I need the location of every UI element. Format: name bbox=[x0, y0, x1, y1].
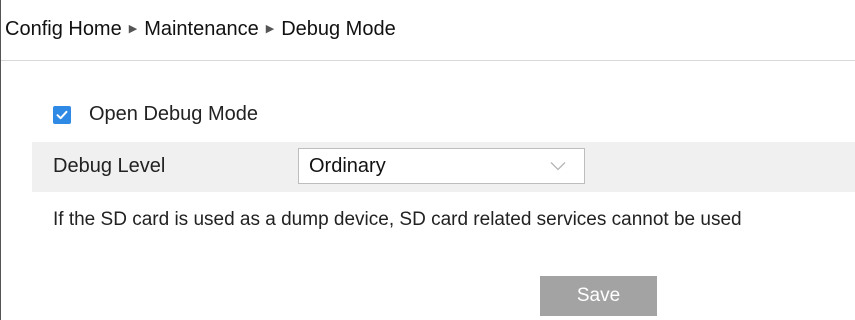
triangle-right-icon: ▶ bbox=[128, 22, 138, 35]
open-debug-mode-checkbox[interactable] bbox=[53, 105, 71, 124]
breadcrumb-item-debug-mode: Debug Mode bbox=[281, 17, 396, 40]
sd-card-note: If the SD card is used as a dump device,… bbox=[53, 209, 742, 230]
breadcrumb: Config Home ▶ Maintenance ▶ Debug Mode bbox=[1, 0, 855, 61]
breadcrumb-item-config-home[interactable]: Config Home bbox=[5, 18, 122, 41]
checkmark-icon bbox=[56, 110, 68, 119]
debug-level-select[interactable]: Ordinary bbox=[298, 148, 585, 184]
open-debug-mode-label: Open Debug Mode bbox=[89, 103, 259, 125]
triangle-right-icon: ▶ bbox=[265, 22, 275, 35]
breadcrumb-item-maintenance[interactable]: Maintenance bbox=[144, 18, 259, 41]
save-button[interactable]: Save bbox=[540, 276, 657, 316]
debug-level-label: Debug Level bbox=[53, 155, 166, 177]
debug-level-selected-value: Ordinary bbox=[309, 154, 386, 177]
chevron-down-icon bbox=[550, 162, 566, 171]
debug-mode-page: Config Home ▶ Maintenance ▶ Debug Mode O… bbox=[0, 0, 855, 320]
open-debug-mode-row[interactable]: Open Debug Mode bbox=[53, 103, 258, 126]
